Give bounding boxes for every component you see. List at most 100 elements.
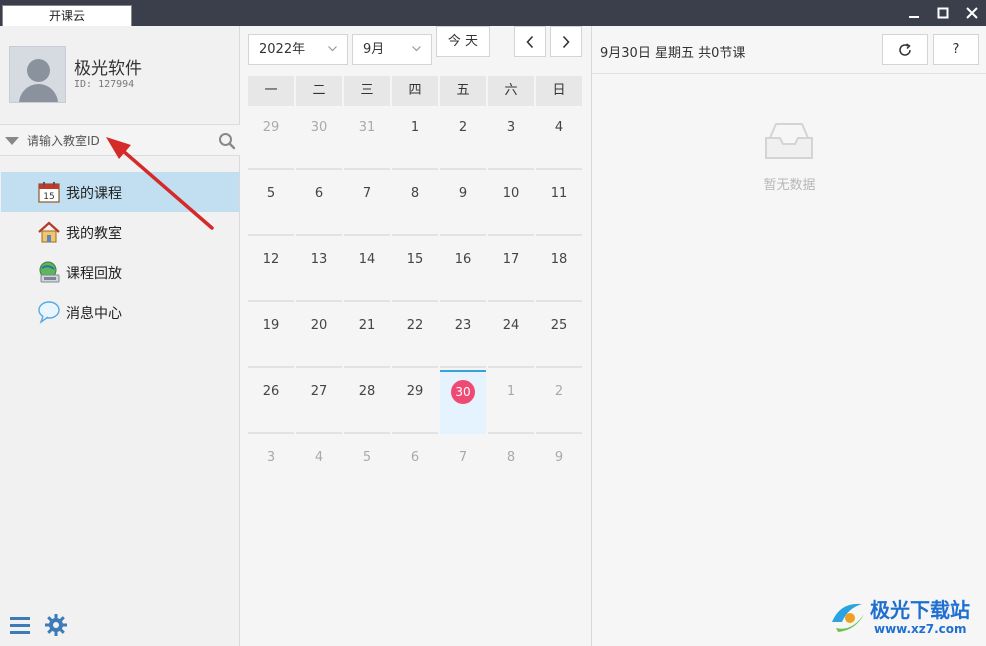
calendar-day[interactable]: 11 (536, 172, 582, 236)
calendar-day[interactable]: 25 (536, 304, 582, 368)
course-list-panel: 9月30日 星期五 共0节课 ? 暂无数据 (591, 26, 986, 646)
chevron-down-icon (412, 46, 421, 52)
watermark: 极光下载站 www.xz7.com (826, 592, 986, 646)
calendar-day[interactable]: 7 (440, 436, 486, 500)
calendar-day[interactable]: 6 (296, 172, 342, 236)
calendar-day[interactable]: 15 (392, 238, 438, 302)
calendar-day[interactable]: 2 (536, 370, 582, 434)
classroom-id-input[interactable] (27, 131, 207, 151)
weekday-label: 一 (248, 76, 294, 106)
sidebar-item-message-center[interactable]: 消息中心 (1, 292, 239, 332)
dropdown-triangle-icon[interactable] (5, 137, 19, 145)
title-bar: 开课云 (0, 0, 986, 26)
weekday-label: 六 (488, 76, 534, 106)
calendar-day[interactable]: 8 (392, 172, 438, 236)
sidebar-item-label: 消息中心 (66, 306, 122, 322)
calendar-day[interactable]: 23 (440, 304, 486, 368)
avatar-head (27, 59, 50, 82)
calendar-day[interactable]: 17 (488, 238, 534, 302)
calendar-day[interactable]: 22 (392, 304, 438, 368)
calendar-day[interactable]: 28 (344, 370, 390, 434)
calendar-day[interactable]: 29 (392, 370, 438, 434)
today-button[interactable]: 今 天 (436, 26, 490, 57)
year-select[interactable]: 2022年 (248, 34, 348, 65)
calendar-day[interactable]: 19 (248, 304, 294, 368)
classroom-search (0, 124, 240, 156)
prev-month-button[interactable] (514, 26, 546, 57)
sidebar-bottom-tools (0, 612, 240, 642)
sidebar-item-my-courses[interactable]: 15 我的课程 (1, 172, 239, 212)
close-icon (966, 7, 978, 19)
playback-icon (39, 261, 60, 283)
message-icon (38, 301, 60, 324)
calendar-icon: 15 (38, 182, 60, 203)
window-tab[interactable]: 开课云 (2, 5, 132, 26)
refresh-button[interactable] (882, 34, 928, 65)
calendar-day[interactable]: 1 (488, 370, 534, 434)
minimize-button[interactable] (900, 0, 928, 26)
calendar-day[interactable]: 2 (440, 106, 486, 170)
sidebar-item-course-playback[interactable]: 课程回放 (1, 252, 239, 292)
calendar-day[interactable]: 3 (488, 106, 534, 170)
next-month-button[interactable] (550, 26, 582, 57)
calendar-day[interactable]: 31 (344, 106, 390, 170)
weekday-label: 五 (440, 76, 486, 106)
calendar-day[interactable]: 13 (296, 238, 342, 302)
calendar-day[interactable]: 29 (248, 106, 294, 170)
calendar-day[interactable]: 10 (488, 172, 534, 236)
maximize-icon (937, 7, 949, 19)
sidebar: 极光软件 ID: 127994 15 我的课程 我的教 (0, 26, 240, 646)
calendar-day[interactable]: 18 (536, 238, 582, 302)
avatar-body (19, 84, 58, 102)
watermark-url: www.xz7.com (874, 622, 967, 636)
calendar-day[interactable]: 6 (392, 436, 438, 500)
calendar-day[interactable]: 9 (440, 172, 486, 236)
calendar-day[interactable]: 5 (248, 172, 294, 236)
calendar-day[interactable]: 20 (296, 304, 342, 368)
minimize-icon (909, 16, 919, 18)
watermark-name: 极光下载站 (870, 598, 970, 622)
calendar-day[interactable]: 7 (344, 172, 390, 236)
avatar[interactable] (9, 46, 66, 103)
calendar-day[interactable]: 21 (344, 304, 390, 368)
maximize-button[interactable] (929, 0, 957, 26)
house-icon (38, 221, 60, 243)
calendar-day[interactable]: 4 (296, 436, 342, 500)
weekday-header: 一二三四五六日 (248, 76, 582, 106)
watermark-logo-icon (832, 603, 864, 632)
help-button[interactable]: ? (933, 34, 979, 65)
calendar-day[interactable]: 30 (296, 106, 342, 170)
gear-icon[interactable] (44, 613, 68, 637)
today-badge: 30 (451, 380, 475, 404)
calendar-day[interactable]: 1 (392, 106, 438, 170)
sidebar-item-label: 课程回放 (66, 266, 122, 282)
empty-inbox-icon (765, 123, 813, 159)
empty-state-text: 暂无数据 (763, 178, 816, 193)
month-select[interactable]: 9月 (352, 34, 432, 65)
year-select-value: 2022年 (259, 42, 306, 57)
close-button[interactable] (958, 0, 986, 26)
month-select-value: 9月 (363, 42, 385, 57)
sidebar-nav: 15 我的课程 我的教室 课程回放 消息中心 (0, 172, 239, 332)
calendar-day[interactable]: 26 (248, 370, 294, 434)
chevron-down-icon (328, 46, 337, 52)
menu-icon[interactable] (9, 614, 31, 636)
calendar-day[interactable]: 14 (344, 238, 390, 302)
chevron-left-icon (526, 35, 534, 49)
calendar-day[interactable]: 16 (440, 238, 486, 302)
user-id: ID: 127994 (74, 79, 135, 90)
calendar-day[interactable]: 27 (296, 370, 342, 434)
calendar-day[interactable]: 12 (248, 238, 294, 302)
course-list-header: 9月30日 星期五 共0节课 ? (592, 26, 986, 74)
calendar-day[interactable]: 8 (488, 436, 534, 500)
calendar-day[interactable]: 4 (536, 106, 582, 170)
weekday-label: 二 (296, 76, 342, 106)
calendar-day[interactable]: 9 (536, 436, 582, 500)
svg-text:15: 15 (43, 192, 54, 202)
calendar-day[interactable]: 3 (248, 436, 294, 500)
calendar-day-selected[interactable]: 30 (440, 370, 486, 434)
search-icon[interactable] (218, 132, 236, 150)
sidebar-item-my-classroom[interactable]: 我的教室 (1, 212, 239, 252)
calendar-day[interactable]: 24 (488, 304, 534, 368)
calendar-day[interactable]: 5 (344, 436, 390, 500)
